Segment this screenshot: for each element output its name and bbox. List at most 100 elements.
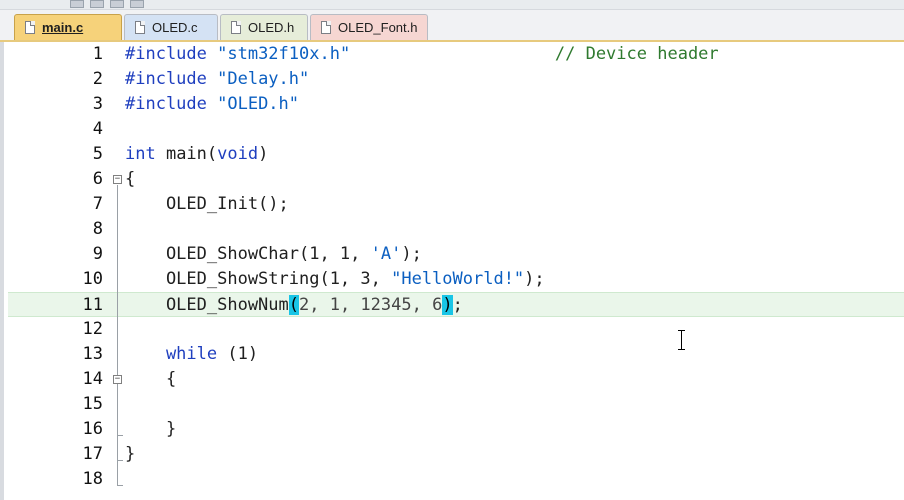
punct-token: ; bbox=[452, 295, 463, 315]
line-number: 10 bbox=[82, 269, 103, 289]
line-number: 3 bbox=[92, 94, 103, 114]
code-line[interactable]: 10 OLED_ShowString(1, 3, "HelloWorld!"); bbox=[8, 267, 904, 292]
text-cursor-icon bbox=[678, 330, 685, 350]
line-number: 1 bbox=[92, 44, 103, 64]
line-number: 5 bbox=[92, 144, 103, 164]
file-tab-bar: main.c OLED.c OLED.h OLED_Font.h bbox=[0, 10, 904, 42]
code-line[interactable]: 1 #include "stm32f10x.h" // Device heade… bbox=[8, 42, 904, 67]
tab-label: OLED.c bbox=[152, 20, 198, 35]
code-text: #include "OLED.h" bbox=[125, 92, 299, 117]
line-number: 2 bbox=[92, 69, 103, 89]
file-icon bbox=[321, 21, 331, 34]
code-text: OLED_ShowChar(1, 1, 'A'); bbox=[125, 242, 422, 267]
condition-token: (1) bbox=[217, 344, 259, 364]
fold-end-marker bbox=[117, 460, 123, 461]
current-code-line[interactable]: 11 OLED_ShowNum(2, 1, 12345, 6); bbox=[8, 292, 904, 317]
punct-token: ) bbox=[258, 144, 269, 164]
toolbar-icons bbox=[70, 0, 144, 9]
code-text: OLED_Init(); bbox=[125, 194, 289, 214]
line-number: 6 bbox=[92, 169, 103, 189]
line-number: 18 bbox=[82, 469, 103, 489]
code-line[interactable]: 17 } bbox=[8, 442, 904, 467]
toolbar-icon[interactable] bbox=[130, 0, 144, 8]
identifier-token: OLED_ShowString(1, 3, bbox=[125, 269, 392, 289]
fold-guide bbox=[117, 185, 118, 485]
code-line[interactable]: 6 { bbox=[8, 167, 904, 192]
code-line[interactable]: 8 bbox=[8, 217, 904, 242]
code-line[interactable]: 16 } bbox=[8, 417, 904, 442]
file-icon bbox=[135, 21, 145, 34]
punct-token: ); bbox=[401, 244, 422, 264]
fold-collapse-icon[interactable]: − bbox=[113, 375, 122, 384]
identifier-token: OLED_ShowChar(1, 1, bbox=[125, 244, 371, 264]
tab-label: main.c bbox=[42, 20, 84, 35]
code-text: { bbox=[125, 369, 177, 389]
string-token: "OLED.h" bbox=[217, 94, 300, 114]
line-number: 12 bbox=[82, 319, 103, 339]
comment-token: // Device header bbox=[350, 44, 719, 64]
code-line[interactable]: 18 bbox=[8, 467, 904, 492]
code-line[interactable]: 5 int main(void) bbox=[8, 142, 904, 167]
line-number: 13 bbox=[82, 344, 103, 364]
line-number: 11 bbox=[82, 295, 103, 315]
code-line[interactable]: 7 OLED_Init(); bbox=[8, 192, 904, 217]
code-line[interactable]: 9 OLED_ShowChar(1, 1, 'A'); bbox=[8, 242, 904, 267]
code-line[interactable]: 4 bbox=[8, 117, 904, 142]
tab-label: OLED_Font.h bbox=[338, 20, 418, 35]
code-line[interactable]: 14 { bbox=[8, 367, 904, 392]
toolbar-strip bbox=[0, 0, 904, 10]
brace-match-close: ) bbox=[442, 295, 453, 315]
toolbar-icon[interactable] bbox=[110, 0, 124, 8]
identifier-token: OLED_ShowNum bbox=[125, 295, 289, 315]
code-line[interactable]: 15 bbox=[8, 392, 904, 417]
file-icon bbox=[231, 21, 241, 34]
toolbar-icon[interactable] bbox=[90, 0, 104, 8]
brace-match-open: ( bbox=[288, 295, 300, 315]
keyword-token: while bbox=[125, 344, 218, 364]
fold-collapse-icon[interactable]: − bbox=[113, 175, 122, 184]
identifier-token: main( bbox=[155, 144, 218, 164]
line-number: 7 bbox=[92, 194, 103, 214]
code-text: int main(void) bbox=[125, 142, 268, 167]
punct-token: ); bbox=[524, 269, 545, 289]
line-number: 16 bbox=[82, 419, 103, 439]
keyword-token: int bbox=[125, 144, 156, 164]
line-number: 4 bbox=[92, 119, 103, 139]
line-number: 8 bbox=[92, 219, 103, 239]
preprocessor-token: #include bbox=[125, 94, 218, 114]
line-number: 9 bbox=[92, 244, 103, 264]
code-text: OLED_ShowString(1, 3, "HelloWorld!"); bbox=[125, 267, 545, 292]
char-token: 'A' bbox=[370, 244, 402, 264]
code-text: } bbox=[125, 444, 136, 464]
string-token: "HelloWorld!" bbox=[391, 269, 525, 289]
code-editor[interactable]: 1 #include "stm32f10x.h" // Device heade… bbox=[8, 42, 904, 500]
code-line[interactable]: 13 while (1) bbox=[8, 342, 904, 367]
code-text: } bbox=[125, 419, 177, 439]
fold-end-marker bbox=[117, 435, 123, 436]
tab-main-c[interactable]: main.c bbox=[14, 14, 122, 40]
code-text: #include "stm32f10x.h" // Device header bbox=[125, 42, 719, 67]
tab-oled-h[interactable]: OLED.h bbox=[220, 14, 308, 40]
code-text: while (1) bbox=[125, 342, 258, 367]
tab-label: OLED.h bbox=[248, 20, 295, 35]
args-token: 2, 1, 12345, 6 bbox=[299, 295, 443, 315]
editor-left-border bbox=[0, 42, 4, 500]
fold-end-marker bbox=[117, 485, 123, 486]
code-text: #include "Delay.h" bbox=[125, 67, 309, 92]
preprocessor-token: #include bbox=[125, 44, 218, 64]
toolbar-icon[interactable] bbox=[70, 0, 84, 8]
tab-oled-font-h[interactable]: OLED_Font.h bbox=[310, 14, 428, 40]
line-number: 14 bbox=[82, 369, 103, 389]
code-line[interactable]: 3 #include "OLED.h" bbox=[8, 92, 904, 117]
string-token: "stm32f10x.h" bbox=[217, 44, 351, 64]
line-number: 17 bbox=[82, 444, 103, 464]
line-number: 15 bbox=[82, 394, 103, 414]
keyword-token: void bbox=[217, 144, 259, 164]
code-line[interactable]: 12 bbox=[8, 317, 904, 342]
code-text: OLED_ShowNum(2, 1, 12345, 6); bbox=[125, 293, 463, 318]
file-icon bbox=[25, 21, 35, 34]
tab-oled-c[interactable]: OLED.c bbox=[124, 14, 218, 40]
string-token: "Delay.h" bbox=[217, 69, 310, 89]
code-line[interactable]: 2 #include "Delay.h" bbox=[8, 67, 904, 92]
code-text: { bbox=[125, 169, 136, 189]
